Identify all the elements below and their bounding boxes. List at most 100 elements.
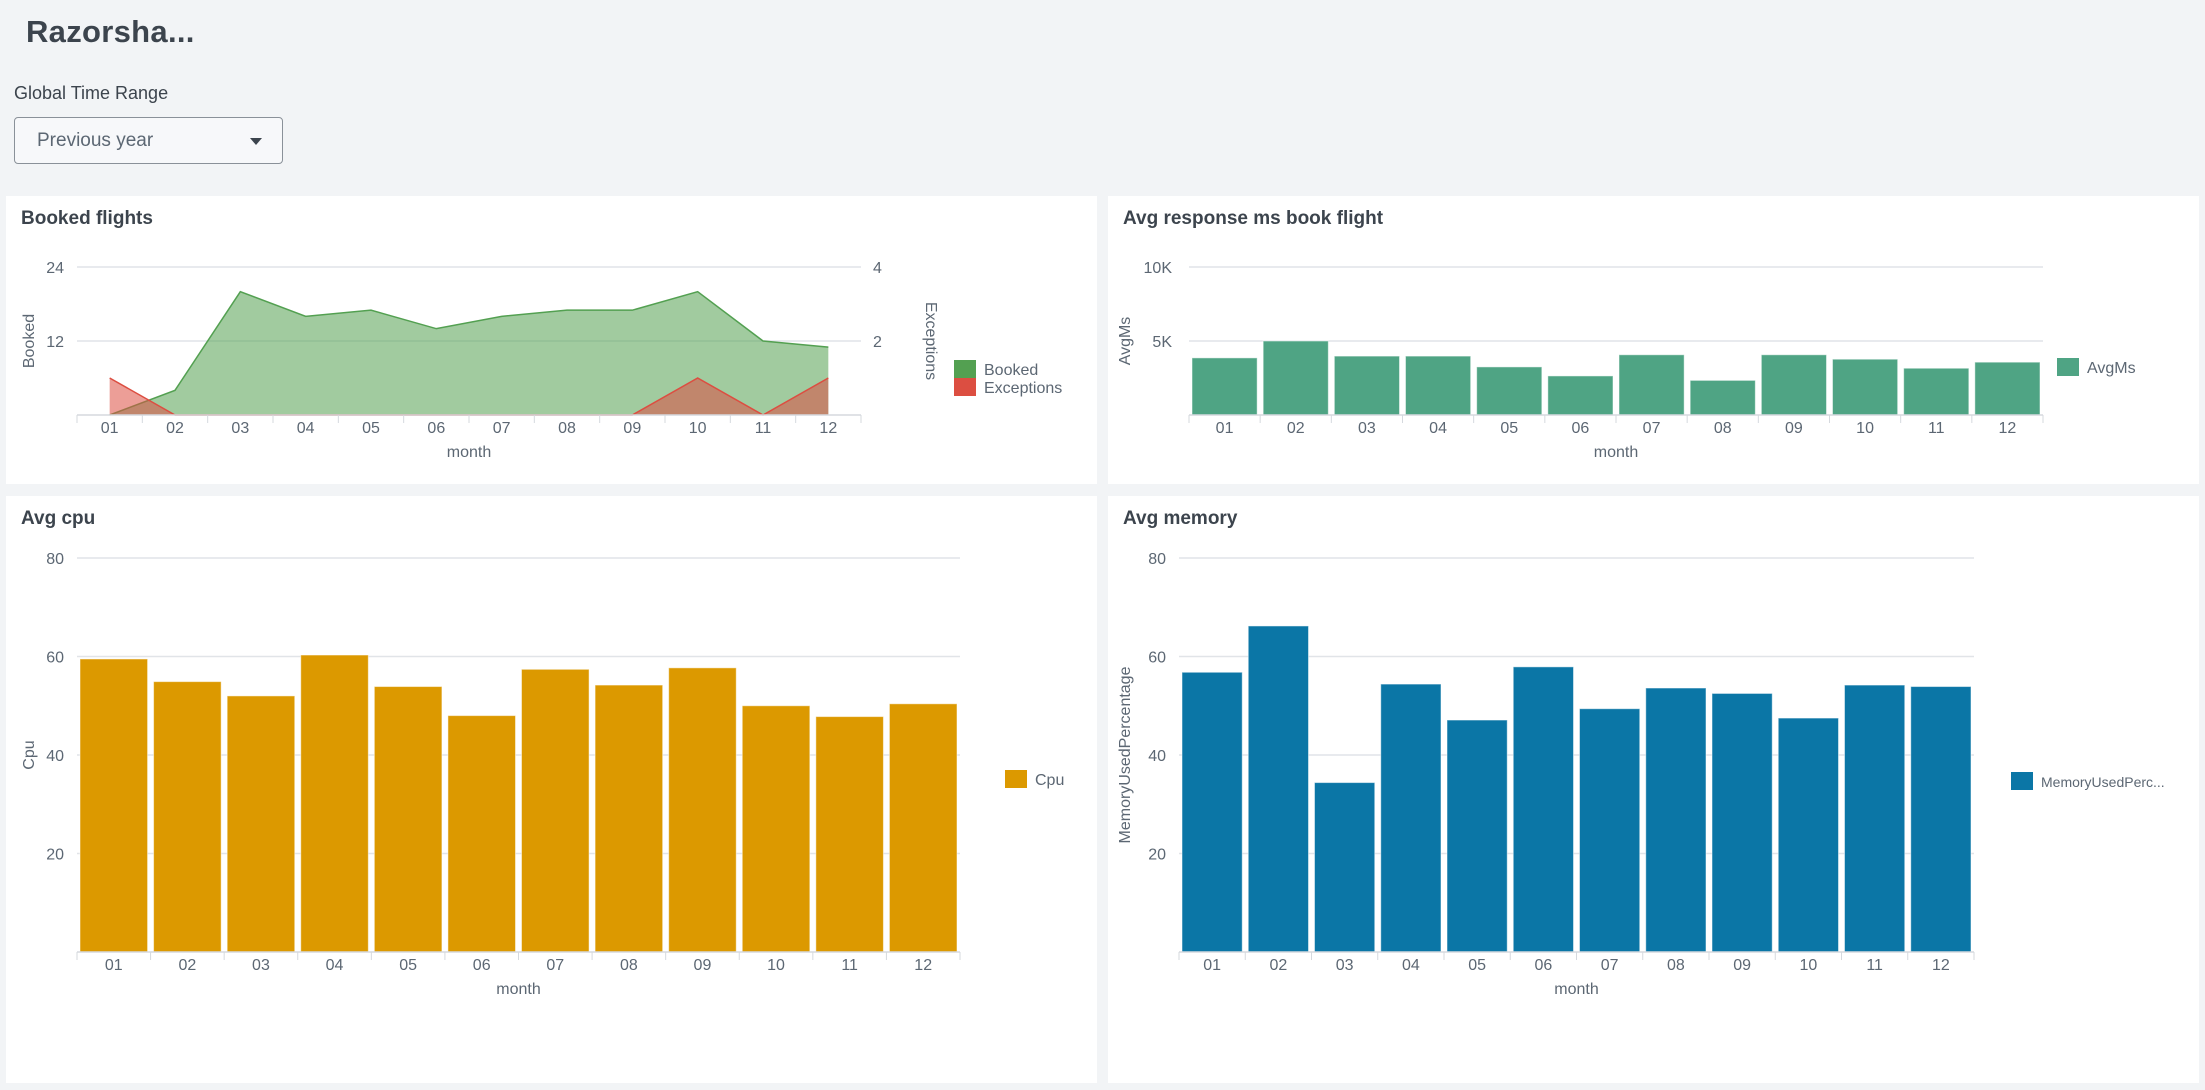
x-axis-label: month bbox=[496, 981, 540, 998]
y-tick-label: 12 bbox=[46, 334, 64, 351]
bar-02 bbox=[153, 681, 222, 953]
y2-tick-label: 2 bbox=[873, 334, 882, 351]
y-tick-label: 24 bbox=[46, 260, 64, 277]
bar-08 bbox=[594, 684, 664, 953]
bar-07 bbox=[1579, 708, 1641, 953]
legend-swatch-avgms bbox=[2057, 358, 2079, 376]
y-tick-label: 60 bbox=[46, 650, 64, 667]
avg-response-chart: 5K 10K AvgMs 01 02 03 04 05 06 07 08 09 10 11 12 month A… bbox=[1117, 260, 2136, 461]
bar-06 bbox=[1512, 666, 1574, 953]
bar-08 bbox=[1645, 687, 1707, 953]
x-tick-label: 01 bbox=[1203, 957, 1221, 974]
y-tick-label: 60 bbox=[1148, 650, 1166, 667]
bar-12 bbox=[1910, 686, 1972, 953]
x-tick-label: 01 bbox=[101, 420, 119, 437]
bar-04 bbox=[1380, 683, 1442, 953]
x-tick-label: 09 bbox=[694, 957, 712, 974]
x-tick-label: 04 bbox=[1402, 957, 1420, 974]
bar-04 bbox=[300, 654, 369, 953]
avg-cpu-chart: 20 40 60 80 Cpu 01 02 03 04 05 06 07 08 09 10 11 12 month… bbox=[21, 551, 1064, 998]
x-tick-label: 05 bbox=[1468, 957, 1486, 974]
x-tick-label: 01 bbox=[1216, 420, 1234, 437]
y-tick-label: 40 bbox=[46, 748, 64, 765]
booked-flights-chart: 1224Booked 24Exceptions01 02 03 04 05 06 07 08 09… bbox=[21, 260, 1062, 461]
bar-04 bbox=[1405, 355, 1472, 416]
y-tick-label: 80 bbox=[1148, 551, 1166, 568]
time-range-value: Previous year bbox=[37, 130, 154, 151]
x-tick-label: 06 bbox=[427, 420, 445, 437]
x-axis-label: month bbox=[1594, 444, 1638, 461]
x-axis-label: month bbox=[1554, 981, 1598, 998]
x-tick-label: 04 bbox=[326, 957, 344, 974]
x-tick-label: 04 bbox=[297, 420, 315, 437]
x-tick-label: 05 bbox=[1500, 420, 1518, 437]
bar-11 bbox=[1903, 367, 1970, 416]
legend-label: MemoryUsedPerc... bbox=[2041, 774, 2165, 790]
bar-01 bbox=[79, 658, 149, 953]
y-axis-label: MemoryUsedPercentage bbox=[1117, 666, 1134, 843]
caret-down-icon bbox=[250, 138, 262, 145]
x-axis-label: month bbox=[447, 444, 491, 461]
y-tick-label: 20 bbox=[1148, 847, 1166, 864]
x-tick-label: 09 bbox=[1733, 957, 1751, 974]
x-tick-label: 05 bbox=[362, 420, 380, 437]
x-tick-label: 10 bbox=[1799, 957, 1817, 974]
x-tick-label: 10 bbox=[767, 957, 785, 974]
x-tick-label: 10 bbox=[1856, 420, 1874, 437]
bar-11 bbox=[1844, 684, 1906, 953]
x-tick-label: 02 bbox=[166, 420, 184, 437]
legend-swatch-memoryusedpercentage bbox=[2011, 772, 2033, 790]
y-tick-label: 40 bbox=[1148, 748, 1166, 765]
y-tick-label: 80 bbox=[46, 551, 64, 568]
bar-06 bbox=[447, 715, 516, 953]
bar-01 bbox=[1191, 357, 1258, 416]
legend-swatch-booked bbox=[954, 360, 976, 378]
x-tick-label: 07 bbox=[546, 957, 564, 974]
y2-axis-label: Exceptions bbox=[922, 302, 939, 380]
x-tick-label: 08 bbox=[558, 420, 576, 437]
x-tick-label: 12 bbox=[914, 957, 932, 974]
x-tick-label: 12 bbox=[819, 420, 837, 437]
legend-label: Cpu bbox=[1035, 772, 1064, 789]
bar-11 bbox=[815, 716, 884, 953]
bar-07 bbox=[521, 668, 590, 953]
bar-05 bbox=[1446, 719, 1508, 953]
x-tick-label: 11 bbox=[1928, 420, 1945, 437]
bar-08 bbox=[1689, 379, 1756, 416]
bar-10 bbox=[741, 705, 811, 953]
legend-label: AvgMs bbox=[2087, 360, 2136, 377]
panel-avg-cpu: Avg cpu 20 40 60 80 Cpu 01 02 03 04 05 06 07 08 09 10 1… bbox=[6, 496, 1097, 1083]
bar-10 bbox=[1832, 358, 1899, 416]
bar-09 bbox=[1711, 692, 1773, 953]
bar-03 bbox=[1333, 355, 1400, 416]
bar-03 bbox=[1314, 782, 1376, 953]
x-tick-label: 03 bbox=[231, 420, 249, 437]
time-range-label: Global Time Range bbox=[14, 83, 169, 103]
x-tick-label: 01 bbox=[105, 957, 123, 974]
x-tick-label: 11 bbox=[1866, 957, 1883, 974]
x-tick-label: 02 bbox=[1269, 957, 1287, 974]
y-tick-label: 10K bbox=[1144, 260, 1173, 277]
bar-05 bbox=[373, 686, 443, 953]
y-axis-label: AvgMs bbox=[1117, 317, 1134, 366]
bar-02 bbox=[1262, 340, 1329, 416]
x-tick-label: 07 bbox=[1643, 420, 1661, 437]
x-tick-label: 02 bbox=[1287, 420, 1305, 437]
x-tick-label: 02 bbox=[178, 957, 196, 974]
y-tick-label: 20 bbox=[46, 847, 64, 864]
time-range-dropdown[interactable]: Previous year bbox=[14, 117, 283, 164]
bar-09 bbox=[668, 667, 737, 953]
x-tick-label: 09 bbox=[623, 420, 641, 437]
x-tick-label: 12 bbox=[1999, 420, 2017, 437]
x-tick-label: 11 bbox=[841, 957, 858, 974]
x-tick-label: 08 bbox=[1714, 420, 1732, 437]
bar-01 bbox=[1181, 671, 1243, 953]
x-tick-label: 04 bbox=[1429, 420, 1447, 437]
x-tick-label: 06 bbox=[1534, 957, 1552, 974]
x-tick-label: 08 bbox=[620, 957, 638, 974]
x-tick-label: 12 bbox=[1932, 957, 1950, 974]
avg-memory-chart: 20 40 60 80 MemoryUsedPercentage 01 02 03 04 05 06… bbox=[1117, 551, 2165, 998]
bar-05 bbox=[1476, 366, 1543, 416]
x-tick-label: 09 bbox=[1785, 420, 1803, 437]
y2-tick-label: 4 bbox=[873, 260, 882, 277]
